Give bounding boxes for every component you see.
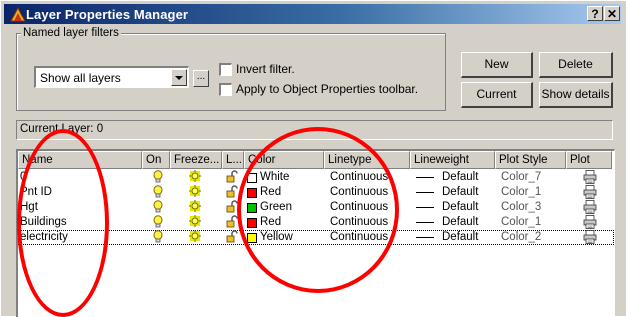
layer-row[interactable]: 0 White Continuous Default Color_7: [18, 170, 614, 185]
lineweight-value[interactable]: Default: [442, 185, 478, 200]
sun-icon[interactable]: [189, 230, 201, 245]
color-swatch[interactable]: [247, 233, 257, 243]
close-button[interactable]: ✕: [604, 6, 620, 21]
current-layer-label: Current Layer: 0: [20, 123, 104, 135]
sun-icon[interactable]: [189, 200, 201, 215]
padlock-icon[interactable]: [226, 230, 238, 245]
printer-icon[interactable]: [583, 185, 597, 200]
invert-filter-checkbox[interactable]: [219, 63, 232, 76]
layer-name[interactable]: Hgt: [20, 200, 38, 215]
linetype-value[interactable]: Continuous: [330, 230, 388, 245]
color-swatch[interactable]: [247, 173, 257, 183]
column-header-freeze[interactable]: Freeze...: [170, 151, 222, 169]
column-header-color[interactable]: Color: [244, 151, 324, 169]
color-swatch[interactable]: [247, 188, 257, 198]
layer-name[interactable]: Buildings: [20, 215, 67, 230]
sun-icon[interactable]: [189, 185, 201, 200]
linetype-value[interactable]: Continuous: [330, 215, 388, 230]
layer-name[interactable]: Pnt ID: [20, 185, 52, 200]
printer-icon[interactable]: [583, 200, 597, 215]
linetype-value[interactable]: Continuous: [330, 185, 388, 200]
column-header-linetype[interactable]: Linetype: [324, 151, 410, 169]
layer-name[interactable]: 0: [20, 170, 26, 185]
invert-filter-label: Invert filter.: [236, 62, 295, 76]
delete-button[interactable]: Delete: [539, 52, 613, 78]
color-name[interactable]: Red: [260, 185, 281, 200]
lineweight-sample: [416, 177, 434, 178]
sun-icon[interactable]: [189, 215, 201, 230]
lightbulb-icon[interactable]: [153, 215, 163, 230]
filter-ellipsis-button[interactable]: ...: [193, 70, 209, 87]
plot-style-value[interactable]: Color_1: [501, 215, 541, 230]
layer-name[interactable]: electricity: [20, 230, 68, 245]
plot-style-value[interactable]: Color_7: [501, 170, 541, 185]
lightbulb-icon[interactable]: [153, 200, 163, 215]
lineweight-sample: [416, 237, 434, 238]
lineweight-sample: [416, 222, 434, 223]
color-name[interactable]: Yellow: [260, 230, 293, 245]
lineweight-sample: [416, 207, 434, 208]
layer-properties-dialog: Layer Properties Manager ? ✕ Named layer…: [0, 0, 626, 317]
color-name[interactable]: Red: [260, 215, 281, 230]
layer-row[interactable]: Hgt Green Continuous Default Color_3: [18, 200, 614, 215]
column-header-lineweight[interactable]: Lineweight: [410, 151, 495, 169]
lineweight-value[interactable]: Default: [442, 215, 478, 230]
printer-icon[interactable]: [583, 170, 597, 185]
layer-row[interactable]: Buildings Red Continuous Default Color_1: [18, 215, 614, 230]
window-title: Layer Properties Manager: [26, 7, 189, 22]
lightbulb-icon[interactable]: [153, 185, 163, 200]
autocad-app-icon: [10, 6, 26, 22]
layer-filter-dropdown[interactable]: Show all layers: [34, 66, 189, 88]
padlock-icon[interactable]: [226, 200, 238, 215]
lightbulb-icon[interactable]: [153, 230, 163, 245]
sun-icon[interactable]: [189, 170, 201, 185]
lineweight-sample: [416, 192, 434, 193]
show-details-button[interactable]: Show details: [539, 82, 613, 108]
column-header-name[interactable]: Name: [18, 151, 142, 169]
linetype-value[interactable]: Continuous: [330, 170, 388, 185]
title-bar[interactable]: Layer Properties Manager ? ✕: [4, 4, 621, 24]
color-name[interactable]: White: [260, 170, 289, 185]
printer-icon[interactable]: [583, 230, 597, 245]
printer-icon[interactable]: [583, 215, 597, 230]
color-swatch[interactable]: [247, 218, 257, 228]
layer-row[interactable]: electricity Yellow Continuous Default Color_…: [18, 230, 614, 245]
current-layer-bar: Current Layer: 0: [16, 120, 613, 140]
linetype-value[interactable]: Continuous: [330, 200, 388, 215]
lineweight-value[interactable]: Default: [442, 230, 478, 245]
lineweight-value[interactable]: Default: [442, 170, 478, 185]
column-header-on[interactable]: On: [142, 151, 170, 169]
layer-row[interactable]: Pnt ID Red Continuous Default Color_1: [18, 185, 614, 200]
color-name[interactable]: Green: [260, 200, 292, 215]
chevron-down-icon[interactable]: [171, 69, 187, 86]
layer-filter-value: Show all layers: [40, 71, 121, 85]
column-header-plot-style[interactable]: Plot Style: [495, 151, 566, 169]
padlock-icon[interactable]: [226, 170, 238, 185]
current-button[interactable]: Current: [461, 82, 533, 108]
layer-list[interactable]: Name On Freeze... L... Color Linetype Li…: [16, 149, 615, 317]
plot-style-value[interactable]: Color_2: [501, 230, 541, 245]
new-button[interactable]: New: [461, 52, 533, 78]
column-header-plot[interactable]: Plot: [566, 151, 612, 169]
column-header-lock[interactable]: L...: [222, 151, 244, 169]
named-layer-filters-label: Named layer filters: [21, 27, 121, 39]
apply-to-toolbar-label: Apply to Object Properties toolbar.: [236, 82, 419, 96]
apply-to-toolbar-checkbox[interactable]: [219, 83, 232, 96]
padlock-icon[interactable]: [226, 185, 238, 200]
lightbulb-icon[interactable]: [153, 170, 163, 185]
padlock-icon[interactable]: [226, 215, 238, 230]
plot-style-value[interactable]: Color_3: [501, 200, 541, 215]
help-button[interactable]: ?: [587, 6, 603, 21]
lineweight-value[interactable]: Default: [442, 200, 478, 215]
color-swatch[interactable]: [247, 203, 257, 213]
plot-style-value[interactable]: Color_1: [501, 185, 541, 200]
